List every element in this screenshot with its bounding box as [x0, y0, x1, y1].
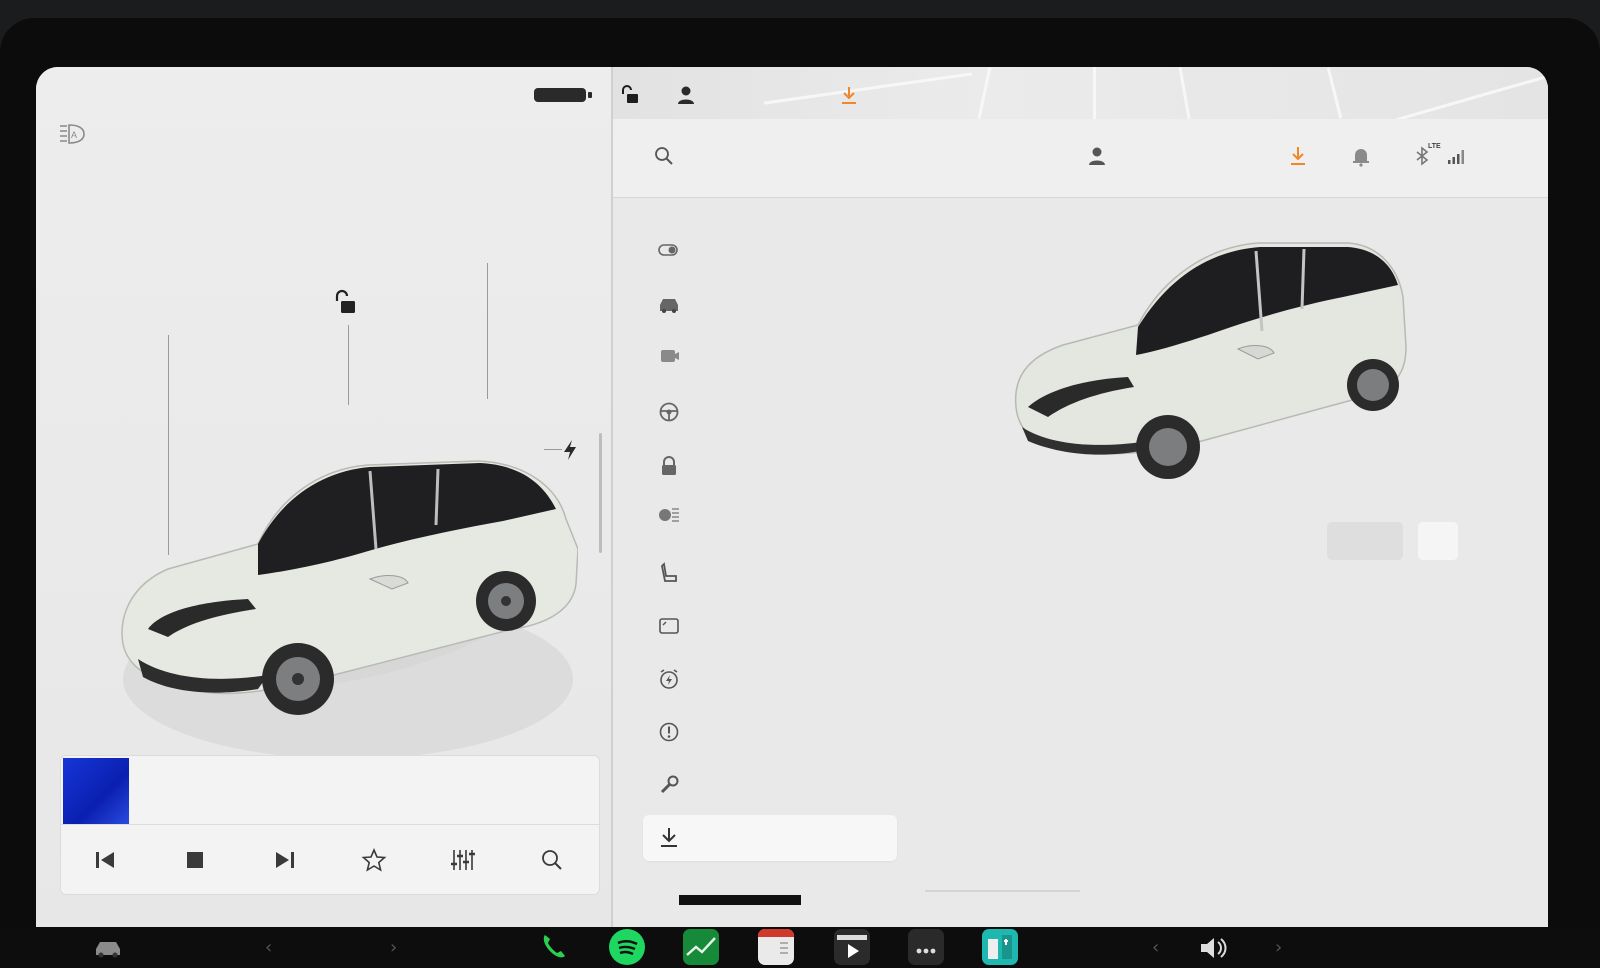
software-download-item[interactable] [643, 815, 897, 861]
media-divider [61, 824, 599, 825]
stop-icon [187, 852, 203, 868]
car-icon[interactable] [656, 292, 682, 318]
unlocked-icon[interactable] [619, 84, 641, 106]
stocks-icon[interactable] [683, 929, 719, 965]
header-bar: LTE [613, 119, 1548, 198]
toybox-icon[interactable] [982, 929, 1018, 965]
lte-label: LTE [1428, 143, 1441, 150]
service-wrench-icon[interactable] [656, 772, 682, 798]
controls-panel: LTE [613, 67, 1548, 927]
lock-icon[interactable] [656, 453, 682, 479]
chevron-left-icon[interactable]: ‹ [265, 937, 272, 958]
vehicle-3d-model[interactable] [108, 379, 579, 769]
next-track-icon [276, 852, 294, 868]
calendar-icon[interactable] [758, 929, 794, 965]
vehicle-image [1008, 237, 1408, 487]
stop-button[interactable] [177, 842, 213, 878]
schedule-charge-icon[interactable] [656, 666, 682, 692]
equalizer-icon [451, 850, 475, 870]
svg-text:A: A [71, 130, 77, 140]
search-icon[interactable] [651, 143, 677, 169]
download-icon[interactable] [838, 84, 860, 106]
scroll-indicator [599, 433, 602, 553]
home-indicator [679, 895, 801, 905]
previous-track-button[interactable] [87, 842, 123, 878]
placeholder-button[interactable] [1327, 522, 1403, 560]
bottom-dock: ‹ › ‹ › [0, 927, 1600, 968]
next-track-button[interactable] [267, 842, 303, 878]
previous-track-icon [96, 852, 114, 868]
chevron-right-icon[interactable]: › [390, 937, 397, 958]
map-strip[interactable] [613, 67, 1548, 122]
notification-bell-icon[interactable] [1348, 143, 1374, 169]
vehicle-panel[interactable]: A [36, 67, 611, 927]
favorite-star-icon [361, 847, 387, 872]
equalizer-button[interactable] [445, 842, 481, 878]
display-icon[interactable] [656, 613, 682, 639]
dashcam-icon[interactable] [656, 343, 682, 369]
theater-icon[interactable] [834, 929, 870, 965]
download-icon [656, 825, 682, 851]
media-player[interactable] [60, 755, 600, 895]
lights-icon[interactable] [656, 502, 682, 528]
battery-icon [534, 88, 592, 102]
seat-icon[interactable] [656, 560, 682, 586]
placeholder-toggle[interactable] [1418, 522, 1458, 560]
album-art[interactable] [63, 758, 129, 824]
profile-icon[interactable] [1085, 143, 1111, 169]
controls-toggle-icon[interactable] [656, 237, 682, 263]
steering-wheel-icon[interactable] [656, 399, 682, 425]
unlocked-icon[interactable] [332, 289, 358, 317]
auto-headlights-icon[interactable]: A [54, 122, 88, 146]
touchscreen: A LTE [36, 67, 1548, 927]
favorite-button[interactable] [356, 842, 392, 878]
signal-icon [1443, 143, 1469, 169]
scroll-bar [925, 890, 1080, 892]
chevron-left-icon[interactable]: ‹ [1152, 937, 1159, 958]
search-icon [542, 850, 562, 870]
download-icon[interactable] [1285, 143, 1311, 169]
safety-alert-icon[interactable] [656, 719, 682, 745]
media-search-button[interactable] [534, 842, 570, 878]
chevron-right-icon[interactable]: › [1275, 937, 1282, 958]
spotify-icon[interactable] [609, 929, 645, 965]
more-icon[interactable] [908, 929, 944, 965]
profile-icon[interactable] [675, 84, 697, 106]
volume-icon[interactable] [1195, 929, 1231, 965]
phone-icon[interactable] [535, 929, 571, 965]
car-icon[interactable] [90, 929, 126, 965]
